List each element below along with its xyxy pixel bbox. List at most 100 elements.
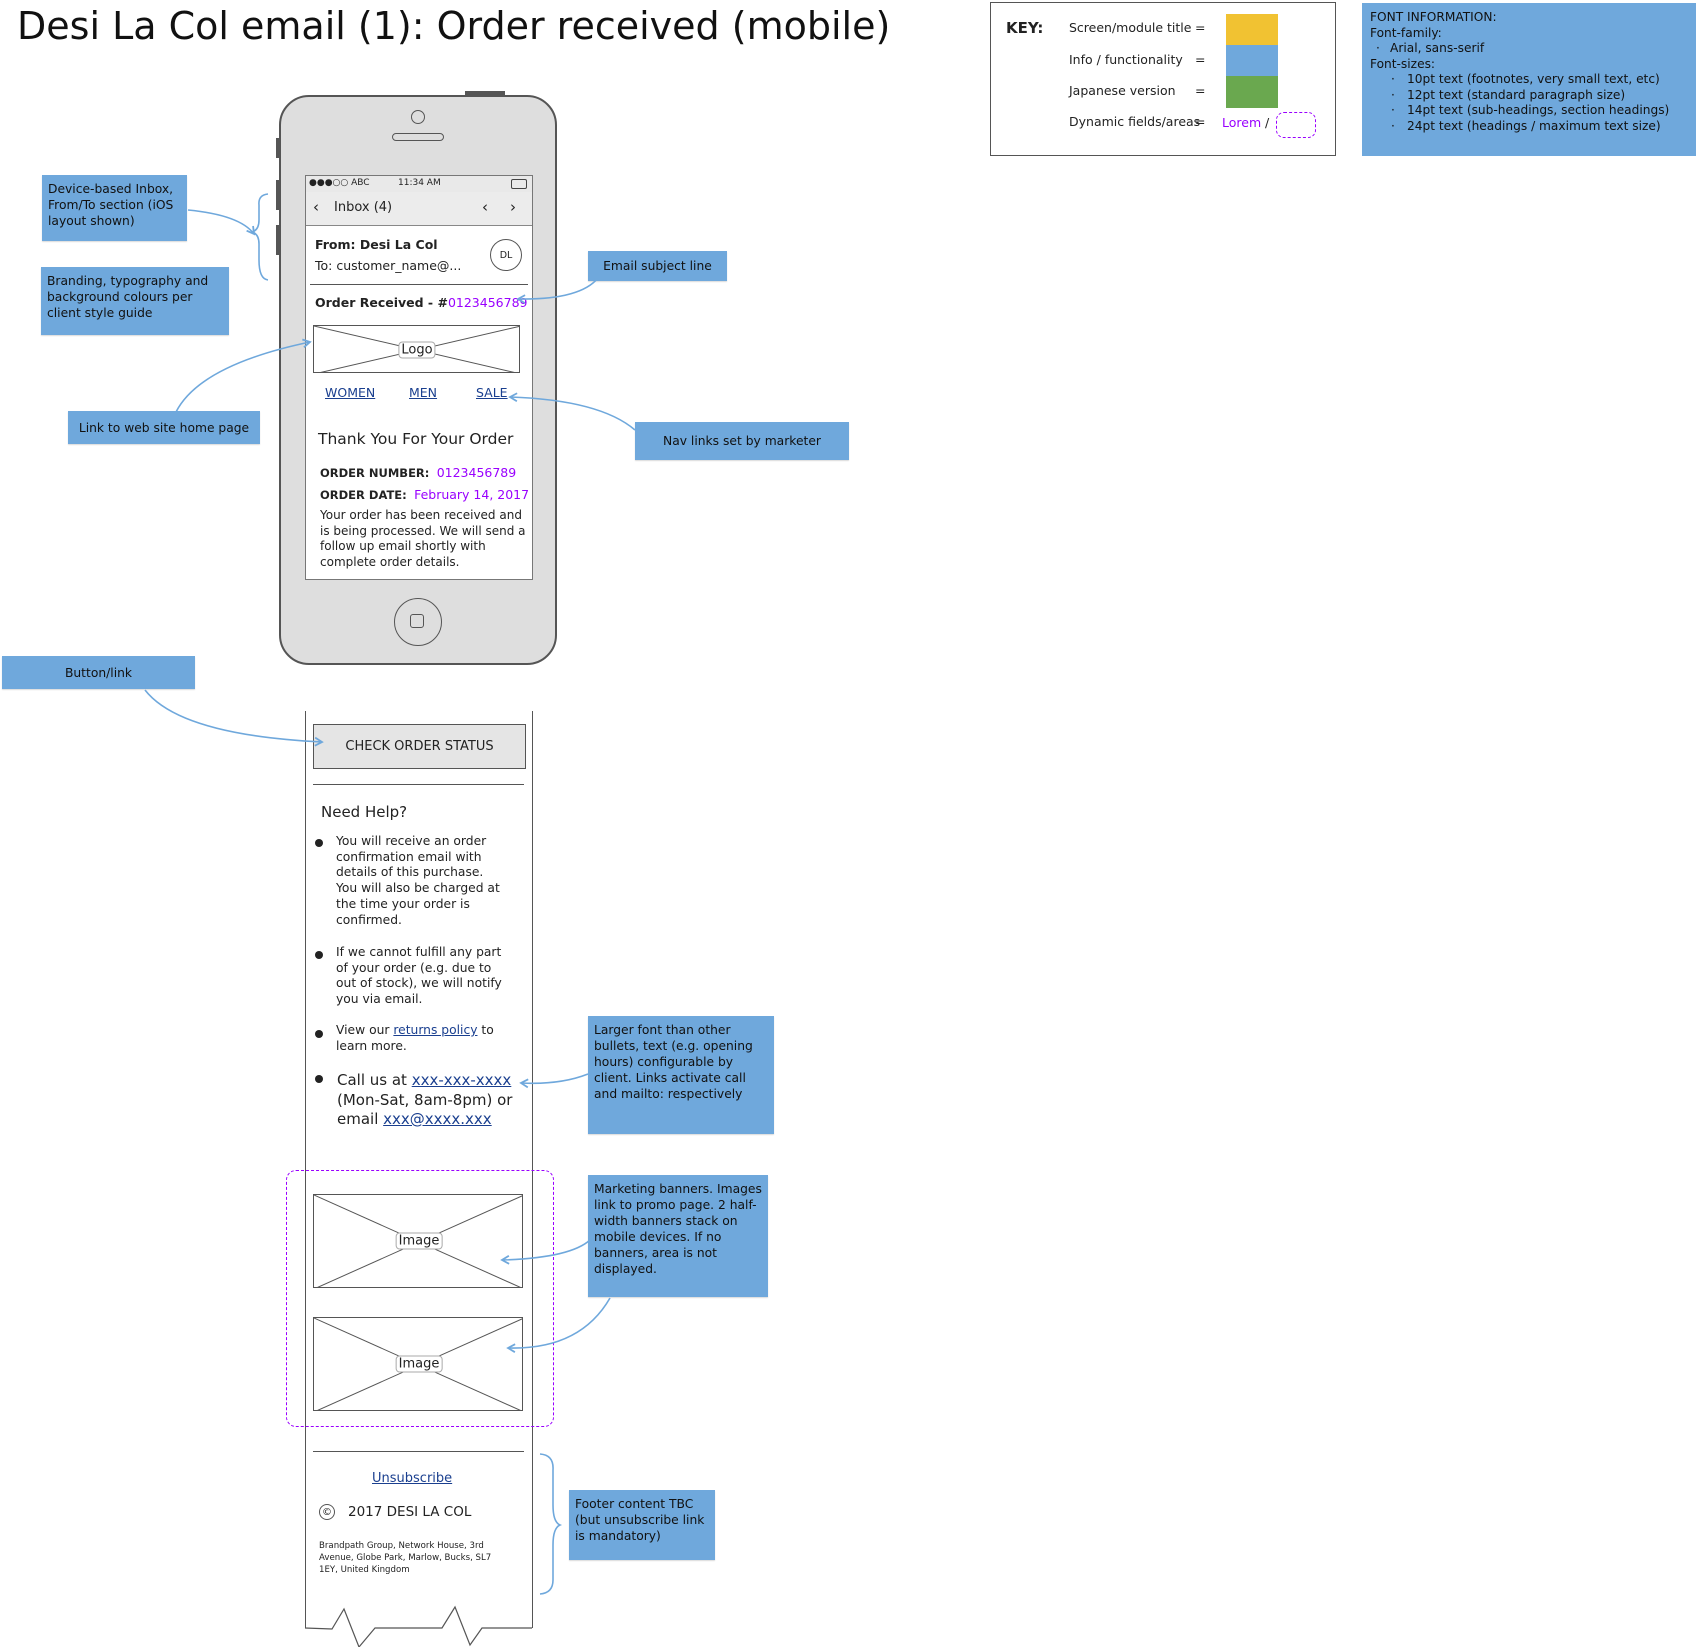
nav-link-women[interactable]: WOMEN [325,385,375,400]
font-size-item: 10pt text (footnotes, very small text, e… [1370,72,1688,88]
returns-text-pre: View our [336,1023,394,1037]
subject-line: Order Received - #0123456789 [315,295,527,310]
note-button-link: Button/link [2,656,195,689]
status-time: 11:34 AM [398,178,441,188]
phone-link[interactable]: xxx-xxx-xxxx [412,1071,512,1089]
note-home-link: Link to web site home page [68,411,260,444]
note-device-inbox: Device-based Inbox, From/To section (iOS… [42,175,187,241]
order-date-value: February 14, 2017 [414,487,530,502]
phone-volume-down [276,225,280,255]
annotation-connectors [144,193,636,1647]
thank-you-heading: Thank You For Your Order [318,430,514,448]
returns-policy-link[interactable]: returns policy [393,1023,477,1037]
font-info-note: FONT INFORMATION: Font-family: Arial, sa… [1362,3,1696,156]
help-bullet-contact: Call us at xxx-xxx-xxxx (Mon-Sat, 8am-8p… [337,1071,517,1130]
font-info-heading: FONT INFORMATION: [1370,10,1497,24]
section-divider [313,784,524,785]
dynamic-sample-text: Lorem [1222,115,1262,130]
swatch-yellow [1226,14,1278,46]
font-sizes-label: Font-sizes: [1370,56,1436,71]
help-bullet-confirmation: You will receive an order confirmation e… [336,834,500,927]
nav-link-men[interactable]: MEN [409,385,437,400]
order-date-row: ORDER DATE: February 14, 2017 [320,487,529,502]
phone-speaker [392,133,444,141]
unsubscribe-link[interactable]: Unsubscribe [372,1471,452,1486]
check-order-status-button[interactable]: CHECK ORDER STATUS [313,724,526,769]
avatar: DL [490,239,522,271]
inbox-nav-bar: ‹ Inbox (4) ‹ › [306,192,532,226]
note-footer: Footer content TBC (but unsubscribe link… [569,1490,715,1560]
help-bullet-returns: View our returns policy to learn more. [336,1023,506,1054]
note-larger-font: Larger font than other bullets, text (e.… [588,1016,774,1134]
banner-image[interactable]: Image [313,1194,523,1288]
order-number-row: ORDER NUMBER: 0123456789 [320,465,516,480]
phone-camera [411,110,425,124]
footer-divider [313,1451,524,1452]
from-line: From: Desi La Col [315,237,438,252]
note-nav-links: Nav links set by marketer [635,422,849,460]
key-row-label: Dynamic fields/areas [1069,114,1201,129]
key-separator: / [1265,115,1270,130]
banner-image-label: Image [395,1355,443,1373]
next-message-chevron-icon[interactable]: › [510,198,516,216]
font-family-label: Font-family: [1370,25,1442,40]
prev-message-chevron-icon[interactable]: ‹ [482,198,488,216]
inbox-label[interactable]: Inbox (4) [334,200,392,215]
font-size-item: 12pt text (standard paragraph size) [1370,88,1688,104]
contact-text-pre: Call us at [337,1071,412,1089]
font-family-value: Arial, sans-serif [1370,41,1688,57]
swatch-green [1226,76,1278,108]
font-size-item: 24pt text (headings / maximum text size) [1370,119,1688,135]
carrier-signal: ●●●○○ ABC [309,178,370,188]
copyright-text: 2017 DESI LA COL [348,1504,472,1520]
banner-image[interactable]: Image [313,1317,523,1411]
brace-icon [539,1453,563,1595]
bullet-dot [315,1030,323,1038]
page-title: Desi La Col email (1): Order received (m… [17,4,891,48]
key-row-eq: = [1195,20,1206,35]
header-divider [310,284,528,285]
help-bullet-fulfill: If we cannot fulfill any part of your or… [336,945,502,1007]
swatch-blue [1226,45,1278,77]
logo-image[interactable]: Logo [313,325,520,373]
phone-mute-switch [276,138,280,158]
note-banners: Marketing banners. Images link to promo … [588,1175,768,1297]
key-row-label: Screen/module title [1069,20,1192,35]
note-subject-line: Email subject line [588,251,727,281]
brace-icon [249,193,269,281]
phone-screen: ●●●○○ ABC 11:34 AM ‹ Inbox (4) ‹ › From:… [305,175,533,580]
dynamic-area-sample [1276,112,1316,138]
back-chevron-icon[interactable]: ‹ [313,198,319,216]
home-square-icon [410,614,424,628]
bullet-dot [315,839,323,847]
order-date-label: ORDER DATE: [320,488,407,502]
status-bar: ●●●○○ ABC 11:34 AM [306,176,532,193]
key-row-eq: = [1195,83,1206,98]
email-link[interactable]: xxx@xxxx.xxx [383,1110,492,1128]
nav-link-sale[interactable]: SALE [476,385,508,400]
note-branding: Branding, typography and background colo… [41,267,229,335]
need-help-heading: Need Help? [321,803,408,821]
bullet-dot [315,951,323,959]
to-line: To: customer_name@... [315,258,462,273]
battery-icon [511,179,527,189]
font-size-item: 14pt text (sub-headings, section heading… [1370,103,1688,119]
arrow-icon [187,209,256,236]
key-label: KEY: [1006,19,1044,37]
phone-power-button [465,91,505,96]
bullet-dot [315,1075,323,1083]
order-number-label: ORDER NUMBER: [320,466,430,480]
intro-paragraph: Your order has been received and is bein… [320,508,526,570]
footer-address: Brandpath Group, Network House, 3rd Aven… [319,1541,492,1575]
banner-image-label: Image [395,1232,443,1250]
subject-order-number: 0123456789 [447,295,528,310]
subject-prefix: Order Received - # [315,295,448,310]
phone-volume-up [276,180,280,210]
copyright-icon: © [319,1504,335,1520]
arrow-icon [144,689,324,747]
key-row-eq: = [1195,52,1206,67]
key-row-label: Info / functionality [1069,52,1183,67]
key-row-eq: = [1195,114,1206,129]
order-number-value: 0123456789 [436,465,517,480]
logo-label: Logo [398,341,436,359]
